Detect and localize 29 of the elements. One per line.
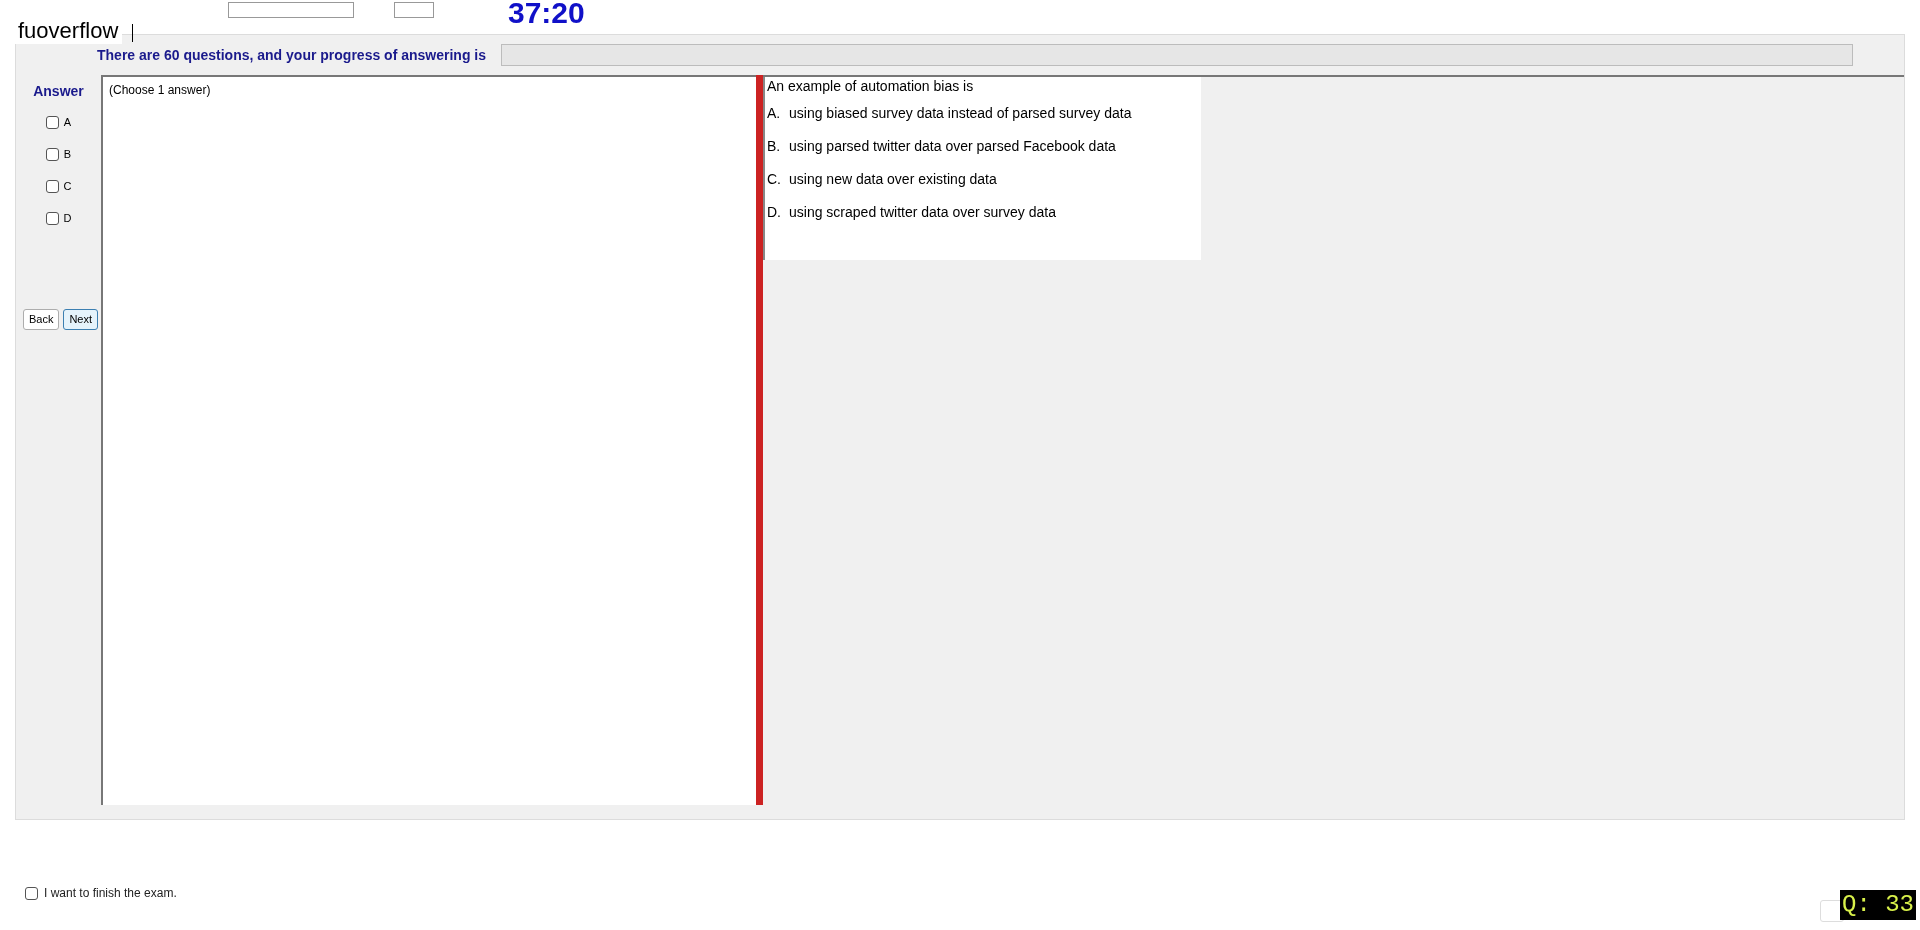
spin-box[interactable]	[394, 2, 434, 18]
timer: 37:20	[508, 0, 585, 26]
choice-text: using scraped twitter data over survey data	[789, 203, 1056, 222]
checkbox[interactable]	[45, 211, 59, 225]
choice-text: using biased survey data instead of parsed survey data	[789, 104, 1132, 123]
choice-letter: A.	[767, 104, 782, 123]
finish-label: I want to finish the exam.	[44, 885, 177, 902]
text-cursor	[132, 24, 134, 42]
option-label: B	[63, 146, 72, 162]
question-number: Q: 33	[1840, 890, 1916, 920]
answer-heading: Answer	[33, 82, 84, 101]
instruction-text: (Choose 1 answer)	[109, 82, 212, 99]
option-label: A	[63, 114, 72, 130]
choice-letter: C.	[767, 170, 782, 189]
checkbox[interactable]	[45, 115, 59, 129]
checkbox[interactable]	[25, 886, 38, 900]
next-button[interactable]: Next	[63, 309, 99, 330]
checkbox[interactable]	[45, 147, 59, 161]
question-text: An example of automation bias is	[767, 77, 975, 96]
progress-label: There are 60 questions, and your progress of answering is	[97, 45, 486, 65]
choice-text: using new data over existing data	[789, 170, 997, 189]
option-label: D	[63, 210, 72, 226]
combo-box[interactable]	[228, 2, 354, 18]
choice-letter: D.	[767, 203, 782, 222]
back-button[interactable]: Back	[22, 309, 60, 330]
choice-letter: B.	[767, 137, 782, 156]
choice-text: using parsed twitter data over parsed Facebook data	[789, 137, 1116, 156]
option-label: C	[63, 178, 72, 194]
checkbox[interactable]	[45, 179, 59, 193]
